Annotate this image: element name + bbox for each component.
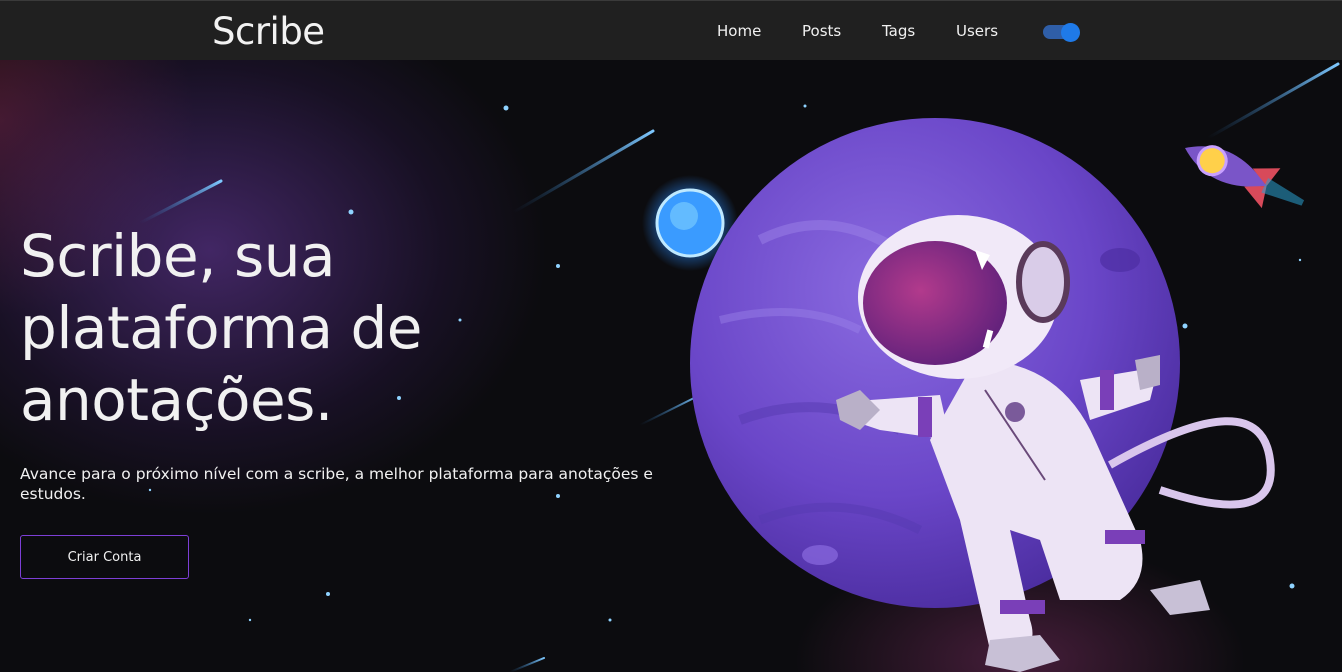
nav-link-posts[interactable]: Posts [802,22,841,40]
hero-section: Scribe, sua plataforma de anotações. Ava… [0,60,1342,672]
create-account-button[interactable]: Criar Conta [20,535,189,579]
theme-toggle[interactable] [1043,23,1081,42]
page: Scribe Home Posts Tags Users Scribe, sua… [0,0,1342,672]
nav-link-home[interactable]: Home [717,22,761,40]
nav-link-tags[interactable]: Tags [882,22,915,40]
hero-title: Scribe, sua plataforma de anotações. [20,222,422,434]
navbar: Scribe Home Posts Tags Users [0,0,1342,60]
nav-link-users[interactable]: Users [956,22,998,40]
brand-logo[interactable]: Scribe [212,10,325,53]
hero-description: Avance para o próximo nível com a scribe… [20,465,653,503]
toggle-knob [1061,23,1080,42]
rocket-icon [1185,145,1305,209]
